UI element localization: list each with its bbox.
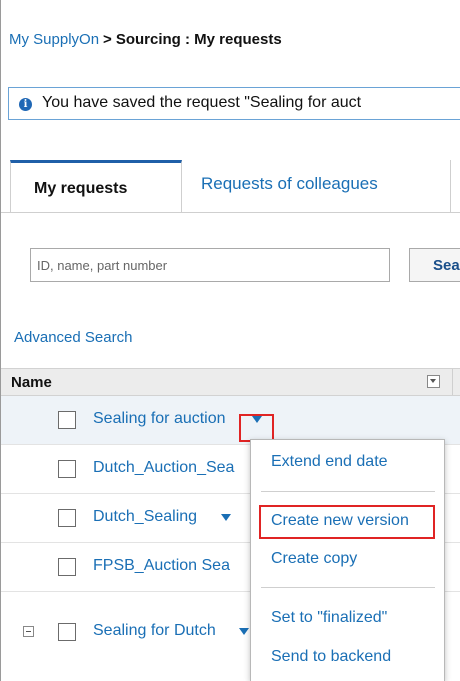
- column-header-name[interactable]: Name: [11, 374, 52, 391]
- menu-item-send-to-backend[interactable]: Send to backend: [271, 648, 391, 666]
- tab-bar: My requests Requests of colleagues: [1, 160, 460, 213]
- request-name-link[interactable]: Dutch_Auction_Sea: [93, 459, 234, 477]
- search-button[interactable]: Search: [409, 248, 460, 282]
- grid-header: Name: [1, 368, 460, 396]
- collapse-icon[interactable]: [23, 626, 34, 637]
- table-row[interactable]: Sealing for auction: [1, 396, 460, 445]
- request-name-link[interactable]: FPSB_Auction Sea: [93, 557, 230, 575]
- tab-my-requests-label: My requests: [34, 180, 128, 197]
- menu-item-extend-end-date[interactable]: Extend end date: [271, 453, 388, 471]
- advanced-search-link[interactable]: Advanced Search: [14, 329, 132, 346]
- breadcrumb-separator: >: [103, 31, 112, 48]
- search-input[interactable]: [30, 248, 390, 282]
- menu-item-highlight: [259, 505, 435, 539]
- row-checkbox[interactable]: [58, 460, 76, 478]
- breadcrumb: My SupplyOn > Sourcing : My requests: [9, 31, 282, 48]
- row-checkbox[interactable]: [58, 509, 76, 527]
- page-title: Sourcing : My requests: [115, 31, 282, 48]
- dropdown-trigger-highlight: [239, 414, 274, 442]
- tab-requests-of-colleagues[interactable]: Requests of colleagues: [201, 174, 378, 194]
- request-name-link[interactable]: Sealing for Dutch: [93, 622, 216, 640]
- chevron-down-icon[interactable]: [221, 514, 231, 521]
- column-separator: [452, 369, 453, 395]
- row-checkbox[interactable]: [58, 623, 76, 641]
- menu-divider: [261, 587, 435, 588]
- menu-item-set-to-finalized[interactable]: Set to "finalized": [271, 609, 387, 627]
- info-message-text: You have saved the request "Sealing for …: [42, 94, 362, 111]
- column-menu-icon[interactable]: [427, 375, 440, 388]
- menu-item-create-copy[interactable]: Create copy: [271, 550, 357, 568]
- request-name-link[interactable]: Dutch_Sealing: [93, 508, 197, 526]
- row-checkbox[interactable]: [58, 411, 76, 429]
- breadcrumb-home-link[interactable]: My SupplyOn: [9, 31, 99, 48]
- row-checkbox[interactable]: [58, 558, 76, 576]
- tab-divider: [450, 160, 451, 212]
- menu-divider: [261, 491, 435, 492]
- tab-my-requests[interactable]: My requests: [10, 160, 182, 212]
- info-message-bar: i You have saved the request "Sealing fo…: [8, 87, 460, 120]
- info-icon: i: [19, 98, 32, 111]
- chevron-down-icon[interactable]: [239, 628, 249, 635]
- context-menu: Extend end date Create new version Creat…: [250, 439, 445, 681]
- request-name-link[interactable]: Sealing for auction: [93, 410, 226, 428]
